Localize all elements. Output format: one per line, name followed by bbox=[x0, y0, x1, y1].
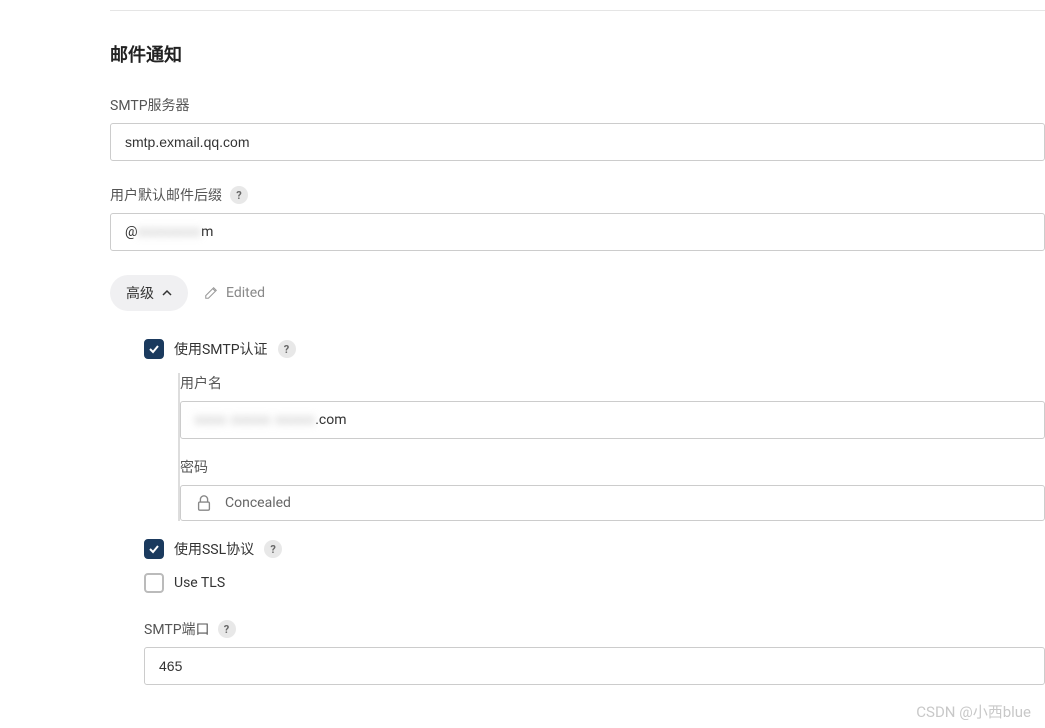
watermark: CSDN @小西blue bbox=[916, 701, 1031, 722]
username-input[interactable]: xxxx xxxxx xxxxx.com bbox=[180, 401, 1045, 439]
password-field: 密码 Concealed bbox=[180, 457, 1045, 521]
help-icon[interactable]: ? bbox=[264, 540, 282, 558]
tls-checkbox[interactable] bbox=[144, 573, 164, 593]
password-input[interactable]: Concealed bbox=[180, 485, 1045, 521]
password-concealed-text: Concealed bbox=[225, 495, 291, 511]
divider bbox=[110, 10, 1045, 11]
advanced-header: 高级 Edited bbox=[110, 275, 1045, 311]
username-field: 用户名 xxxx xxxxx xxxxx.com bbox=[180, 373, 1045, 439]
default-suffix-label-text: 用户默认邮件后缀 bbox=[110, 185, 222, 205]
tls-row: Use TLS bbox=[144, 573, 1045, 593]
chevron-up-icon bbox=[162, 288, 172, 298]
smtp-auth-row: 使用SMTP认证 ? bbox=[144, 339, 1045, 359]
check-icon bbox=[148, 343, 160, 355]
default-suffix-label: 用户默认邮件后缀 ? bbox=[110, 185, 1045, 205]
help-icon[interactable]: ? bbox=[218, 620, 236, 638]
advanced-toggle-label: 高级 bbox=[126, 283, 154, 303]
smtp-server-label: SMTP服务器 bbox=[110, 95, 1045, 115]
default-suffix-field: 用户默认邮件后缀 ? @xxxxxxxxm bbox=[110, 185, 1045, 251]
smtp-auth-subsection: 用户名 xxxx xxxxx xxxxx.com 密码 Co bbox=[178, 373, 1045, 521]
suffix-prefix: @ bbox=[125, 224, 138, 240]
advanced-toggle-button[interactable]: 高级 bbox=[110, 275, 188, 311]
lock-icon bbox=[195, 494, 213, 512]
smtp-server-input[interactable] bbox=[110, 123, 1045, 161]
help-icon[interactable]: ? bbox=[230, 186, 248, 204]
smtp-port-input[interactable] bbox=[144, 647, 1045, 685]
smtp-port-section: SMTP端口 ? bbox=[144, 619, 1045, 685]
username-label: 用户名 bbox=[180, 373, 1045, 393]
tls-label: Use TLS bbox=[174, 575, 225, 591]
ssl-checkbox[interactable] bbox=[144, 539, 164, 559]
smtp-port-label: SMTP端口 bbox=[144, 619, 210, 639]
default-suffix-input[interactable]: @xxxxxxxxm bbox=[110, 213, 1045, 251]
edited-label: Edited bbox=[226, 285, 265, 301]
check-icon bbox=[148, 543, 160, 555]
suffix-suffix: m bbox=[201, 224, 213, 240]
section-title: 邮件通知 bbox=[110, 41, 1045, 67]
username-suffix: .com bbox=[315, 412, 346, 428]
ssl-label: 使用SSL协议 bbox=[174, 539, 254, 559]
suffix-blurred: xxxxxxxx bbox=[138, 224, 202, 240]
ssl-row: 使用SSL协议 ? bbox=[144, 539, 1045, 559]
username-blurred: xxxx xxxxx xxxxx bbox=[195, 412, 315, 428]
password-label: 密码 bbox=[180, 457, 1045, 477]
help-icon[interactable]: ? bbox=[278, 340, 296, 358]
pencil-icon bbox=[204, 286, 218, 300]
smtp-auth-checkbox[interactable] bbox=[144, 339, 164, 359]
advanced-section: 使用SMTP认证 ? 用户名 xxxx xxxxx xxxxx.com 密码 bbox=[144, 339, 1045, 685]
smtp-port-label-row: SMTP端口 ? bbox=[144, 619, 1045, 639]
smtp-server-field: SMTP服务器 bbox=[110, 95, 1045, 161]
edited-indicator: Edited bbox=[204, 285, 265, 301]
smtp-auth-label: 使用SMTP认证 bbox=[174, 339, 268, 359]
